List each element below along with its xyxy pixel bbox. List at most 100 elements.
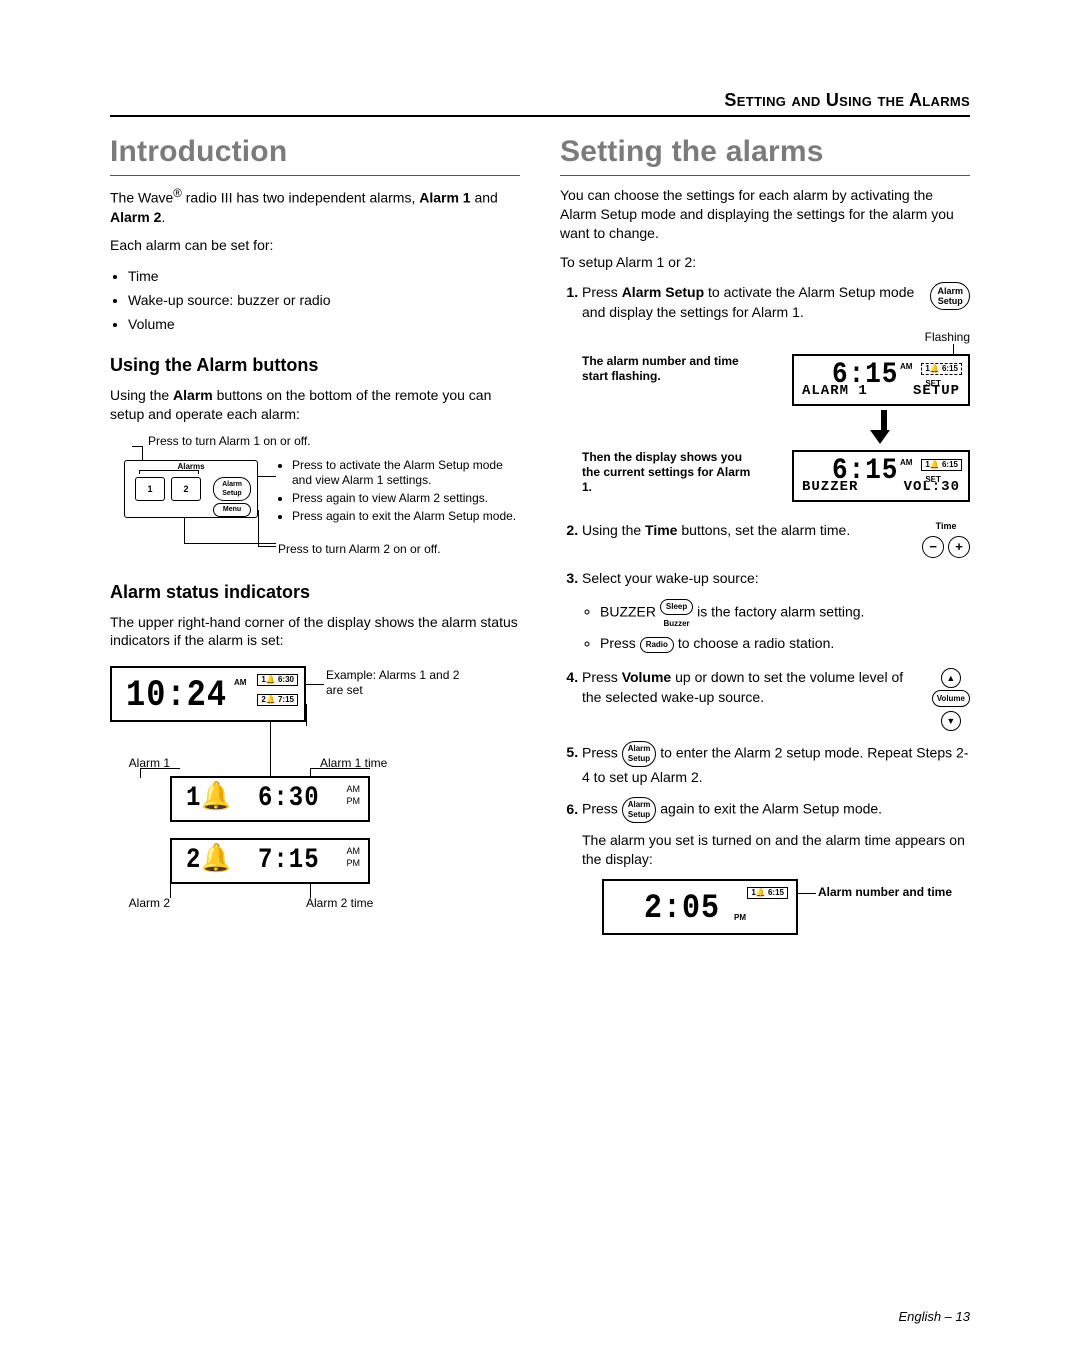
alarm-setup-icon: Alarm Setup: [622, 797, 657, 823]
alarm-setup-icon: Alarm Setup: [930, 282, 970, 310]
page-footer: English – 13: [898, 1309, 970, 1324]
note-current-settings: Then the display shows you the current s…: [582, 450, 752, 495]
txt: Press: [582, 284, 622, 300]
txt: Alarm 1: [419, 190, 470, 206]
lcd-final-alarmbox: 1🔔 6:15: [747, 887, 788, 899]
time-label: Time: [922, 520, 970, 533]
txt: Alarm Setup: [622, 284, 704, 300]
right-p1: You can choose the settings for each ala…: [560, 186, 970, 243]
txt: Volume: [622, 669, 672, 685]
alarm-setup-icon: Alarm Setup: [622, 741, 657, 767]
lcd-setup1-ampm: AM: [900, 362, 912, 372]
flashing-label: Flashing: [925, 330, 970, 345]
two-columns: Introduction The Wave® radio III has two…: [110, 135, 970, 959]
volume-up-icon: ▲: [941, 668, 961, 688]
txt: Press to turn Alarm 1 on or off.: [148, 434, 311, 448]
status-paragraph: The upper right-hand corner of the displ…: [110, 613, 520, 651]
step-4: Press Volume up or down to set the volum…: [582, 667, 970, 731]
lcd-setup2-l2a: BUZZER: [802, 479, 858, 497]
status-figure: 10:24 AM 1🔔 6:30 2🔔 7:15 Example: Alarms…: [110, 660, 520, 920]
remote-button-1: 1: [135, 477, 165, 501]
txt: again to exit the Alarm Setup mode.: [660, 801, 882, 817]
caption-alarm1-onoff: Press to turn Alarm 1 on or off.: [148, 434, 311, 449]
step-3: Select your wake-up source: BUZZER Sleep…: [582, 568, 970, 657]
using-paragraph: Using the Alarm buttons on the bottom of…: [110, 386, 520, 424]
txt: AM: [347, 784, 361, 794]
lcd-final-pm: PM: [734, 913, 746, 923]
lcd-main: 10:24 AM 1🔔 6:30 2🔔 7:15: [110, 666, 306, 722]
list-item: Press again to exit the Alarm Setup mode…: [292, 509, 518, 524]
lcd-a2-time: 7:15: [258, 844, 320, 879]
list-item: BUZZER Sleep Buzzer is the factory alarm…: [600, 594, 970, 632]
lcd-setup2-alarmbox: 1🔔 6:15: [921, 459, 962, 471]
txt: to choose a radio station.: [678, 635, 834, 651]
txt: Select your wake-up source:: [582, 570, 759, 586]
txt: The Wave: [110, 190, 173, 206]
note-flashing: The alarm number and time start flashing…: [582, 354, 752, 384]
registered-mark: ®: [173, 187, 182, 200]
heading-setting-alarms: Setting the alarms: [560, 135, 970, 176]
txt: Using the: [582, 522, 645, 538]
label-alarm2-time: Alarm 2 time: [306, 896, 373, 910]
txt: Press: [582, 669, 622, 685]
txt: Using the: [110, 387, 173, 403]
lcd-setup1-l2b: SETUP: [913, 383, 960, 401]
volume-down-icon: ▼: [941, 711, 961, 731]
buzzer-sublabel: Buzzer: [660, 617, 693, 631]
list-item: Wake-up source: buzzer or radio: [128, 289, 520, 313]
lcd-setup2-ampm: AM: [900, 458, 912, 468]
final-figure: 2:05 PM 1🔔 6:15 Alarm number and time: [582, 879, 970, 949]
txt: radio III has two independent alarms,: [182, 190, 419, 206]
alarm-settings-list: Time Wake-up source: buzzer or radio Vol…: [110, 265, 520, 336]
remote-button-alarm-setup: Alarm Setup: [213, 477, 251, 501]
lcd-alarm1-detail: 1🔔 6:30 AM PM: [170, 776, 370, 822]
remote-button-2: 2: [171, 477, 201, 501]
lcd-a1-time: 6:30: [258, 782, 320, 817]
right-column: Setting the alarms You can choose the se…: [560, 135, 970, 959]
lcd-clock-ampm: AM: [234, 678, 246, 688]
radio-icon: Radio: [640, 637, 674, 653]
lcd-setup2: 6:15 AM 1🔔 6:15 SET BUZZER VOL:30: [792, 450, 970, 502]
txt: .: [161, 209, 165, 225]
list-item: Time: [128, 265, 520, 289]
lcd-alarm1-box: 1🔔 6:30: [257, 674, 298, 686]
caption-alarm2-onoff: Press to turn Alarm 2 on or off.: [278, 542, 441, 557]
txt: Press: [600, 635, 640, 651]
txt: PM: [347, 796, 361, 806]
lcd-setup1-l2a: ALARM 1: [802, 383, 868, 401]
volume-buttons-icon: ▲ Volume ▼: [932, 667, 970, 731]
down-arrow-icon: [877, 410, 890, 444]
txt: Press: [582, 801, 622, 817]
step-2: Using the Time buttons, set the alarm ti…: [582, 520, 970, 557]
list-item: Press Radio to choose a radio station.: [600, 631, 970, 656]
setup-figure: Flashing The alarm number and time start…: [582, 330, 970, 510]
right-p2: To setup Alarm 1 or 2:: [560, 253, 970, 272]
remote-figure: Press to turn Alarm 1 on or off. Alarms …: [110, 434, 520, 564]
step-1: Press Alarm Setup to activate the Alarm …: [582, 282, 970, 511]
step-5: Press Alarm Setup to enter the Alarm 2 s…: [582, 741, 970, 787]
lcd-a1-num: 1🔔: [186, 782, 232, 817]
heading-using-alarm-buttons: Using the Alarm buttons: [110, 355, 520, 376]
volume-label: Volume: [932, 690, 970, 708]
time-plus-icon: +: [948, 536, 970, 558]
heading-introduction: Introduction: [110, 135, 520, 176]
txt: PM: [347, 858, 361, 868]
lcd-a2-ampm: AM PM: [347, 846, 361, 869]
section-header: Setting and Using the Alarms: [110, 90, 970, 117]
label-alarm-number-time: Alarm number and time: [818, 885, 958, 899]
list-item: Press again to view Alarm 2 settings.: [292, 491, 518, 506]
final-para: The alarm you set is turned on and the a…: [582, 831, 970, 869]
lcd-final: 2:05 PM 1🔔 6:15: [602, 879, 798, 935]
label-alarm2: Alarm 2: [110, 896, 170, 910]
lcd-alarm2-box: 2🔔 7:15: [257, 694, 298, 706]
intro-paragraph: The Wave® radio III has two independent …: [110, 186, 520, 226]
txt: is the factory alarm setting.: [697, 603, 864, 619]
remote-outline: Alarms 1 2 Alarm Setup Menu: [124, 460, 258, 518]
sleep-icon: Sleep: [660, 599, 693, 615]
heading-alarm-status: Alarm status indicators: [110, 582, 520, 603]
each-alarm-para: Each alarm can be set for:: [110, 236, 520, 255]
lcd-final-time: 2:05: [644, 888, 720, 931]
txt: BUZZER: [600, 603, 660, 619]
step-6: Press Alarm Setup again to exit the Alar…: [582, 797, 970, 949]
txt: Alarm 2: [110, 209, 161, 225]
